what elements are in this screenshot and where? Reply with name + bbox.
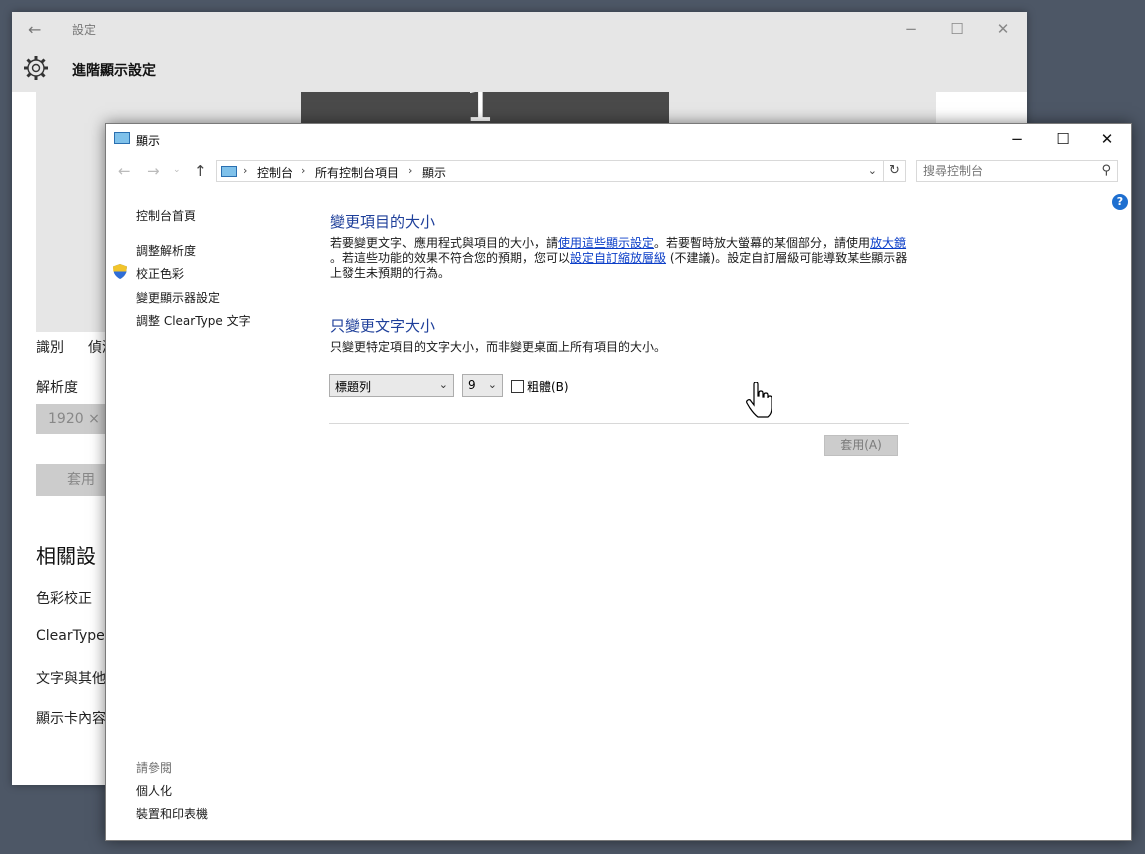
font-size-dropdown[interactable]: 9 ⌄	[462, 374, 503, 397]
maximize-icon[interactable]: ☐	[1040, 124, 1086, 154]
resolution-label: 解析度	[36, 380, 78, 396]
change-item-size-heading: 變更項目的大小	[330, 213, 436, 231]
related-link-adapter-properties[interactable]: 顯示卡內容	[36, 708, 106, 728]
search-icon[interactable]: ⚲	[1101, 163, 1111, 178]
hand-cursor-icon	[746, 382, 772, 418]
close-icon[interactable]: ✕	[980, 17, 1026, 41]
refresh-icon[interactable]: ↻	[884, 160, 906, 182]
apply-button[interactable]: 套用(A)	[824, 435, 898, 456]
window-title: 顯示	[136, 134, 161, 148]
settings-app-title: 設定	[72, 23, 97, 37]
change-text-size-description: 只變更特定項目的文字大小，而非變更桌面上所有項目的大小。	[330, 340, 667, 354]
bold-checkbox[interactable]	[511, 380, 524, 393]
sidebar-item-adjust-resolution[interactable]: 調整解析度	[136, 242, 196, 259]
search-input[interactable]	[923, 164, 1093, 178]
change-text-size-heading: 只變更文字大小	[330, 317, 436, 335]
breadcrumb-separator-icon[interactable]: ›	[408, 164, 412, 177]
related-link-cleartype[interactable]: ClearType	[36, 628, 105, 644]
forward-arrow-icon[interactable]: →	[147, 162, 160, 180]
breadcrumb-separator-icon[interactable]: ›	[301, 164, 305, 177]
sidebar-item-cleartype[interactable]: 調整 ClearType 文字	[136, 312, 251, 329]
chevron-down-icon: ⌄	[487, 378, 497, 391]
close-icon[interactable]: ✕	[1084, 124, 1130, 154]
font-size-value: 9	[468, 378, 476, 392]
up-arrow-icon[interactable]: ↑	[194, 162, 207, 180]
divider	[329, 423, 909, 424]
identify-link[interactable]: 識別	[36, 337, 64, 357]
minimize-icon[interactable]: −	[888, 17, 934, 41]
window-titlebar: 顯示 − ☐ ✕	[106, 124, 1131, 154]
back-arrow-icon[interactable]: ←	[28, 20, 41, 39]
maximize-icon[interactable]: ☐	[934, 17, 980, 41]
change-item-size-description: 若要變更文字、應用程式與項目的大小，請使用這些顯示設定。若要暫時放大螢幕的某個部…	[330, 236, 908, 280]
text-item-value: 標題列	[335, 380, 372, 394]
search-box[interactable]: ⚲	[916, 160, 1118, 182]
display-control-panel-window: 顯示 − ☐ ✕ ← → ⌄ ↑ › 控制台 › 所有控制台項目 › 顯示 ⌄ …	[105, 123, 1132, 841]
sidebar-item-display-settings[interactable]: 變更顯示器設定	[136, 289, 220, 306]
display-icon	[114, 132, 130, 144]
custom-scaling-link[interactable]: 設定自訂縮放層級	[570, 251, 666, 265]
related-settings-heading: 相關設	[36, 544, 96, 568]
bold-label[interactable]: 粗體(B)	[527, 378, 569, 395]
text-item-dropdown[interactable]: 標題列 ⌄	[329, 374, 454, 397]
use-display-settings-link[interactable]: 使用這些顯示設定	[558, 236, 654, 250]
breadcrumb-all-items[interactable]: 所有控制台項目	[315, 164, 399, 181]
breadcrumb-separator-icon[interactable]: ›	[243, 164, 247, 177]
related-link-text-size[interactable]: 文字與其他	[36, 668, 106, 688]
address-bar[interactable]: › 控制台 › 所有控制台項目 › 顯示 ⌄	[216, 160, 884, 182]
gear-icon	[24, 56, 48, 80]
shield-icon	[113, 264, 127, 279]
related-link-color-calibration[interactable]: 色彩校正	[36, 588, 92, 608]
magnifier-link[interactable]: 放大鏡	[870, 236, 906, 250]
see-also-label: 請參閱	[136, 761, 173, 775]
breadcrumb-display[interactable]: 顯示	[422, 164, 446, 181]
sidebar-item-calibrate-color[interactable]: 校正色彩	[136, 265, 184, 282]
address-dropdown-icon[interactable]: ⌄	[868, 164, 877, 177]
breadcrumb-control-panel[interactable]: 控制台	[257, 164, 293, 181]
control-panel-icon	[221, 166, 237, 177]
settings-page-title: 進階顯示設定	[72, 63, 156, 79]
sidebar-home-link[interactable]: 控制台首頁	[136, 207, 196, 224]
see-also-personalization[interactable]: 個人化	[136, 782, 172, 799]
help-icon[interactable]: ?	[1112, 194, 1128, 210]
minimize-icon[interactable]: −	[994, 124, 1040, 154]
recent-locations-chevron-icon[interactable]: ⌄	[173, 165, 181, 175]
navigation-bar: ← → ⌄ ↑ › 控制台 › 所有控制台項目 › 顯示 ⌄ ↻ ⚲	[106, 157, 1131, 187]
back-arrow-icon[interactable]: ←	[118, 162, 131, 180]
see-also-devices-printers[interactable]: 裝置和印表機	[136, 805, 208, 822]
settings-titlebar: ← 設定 − ☐ ✕ 進階顯示設定	[12, 12, 1027, 92]
chevron-down-icon: ⌄	[438, 378, 448, 391]
